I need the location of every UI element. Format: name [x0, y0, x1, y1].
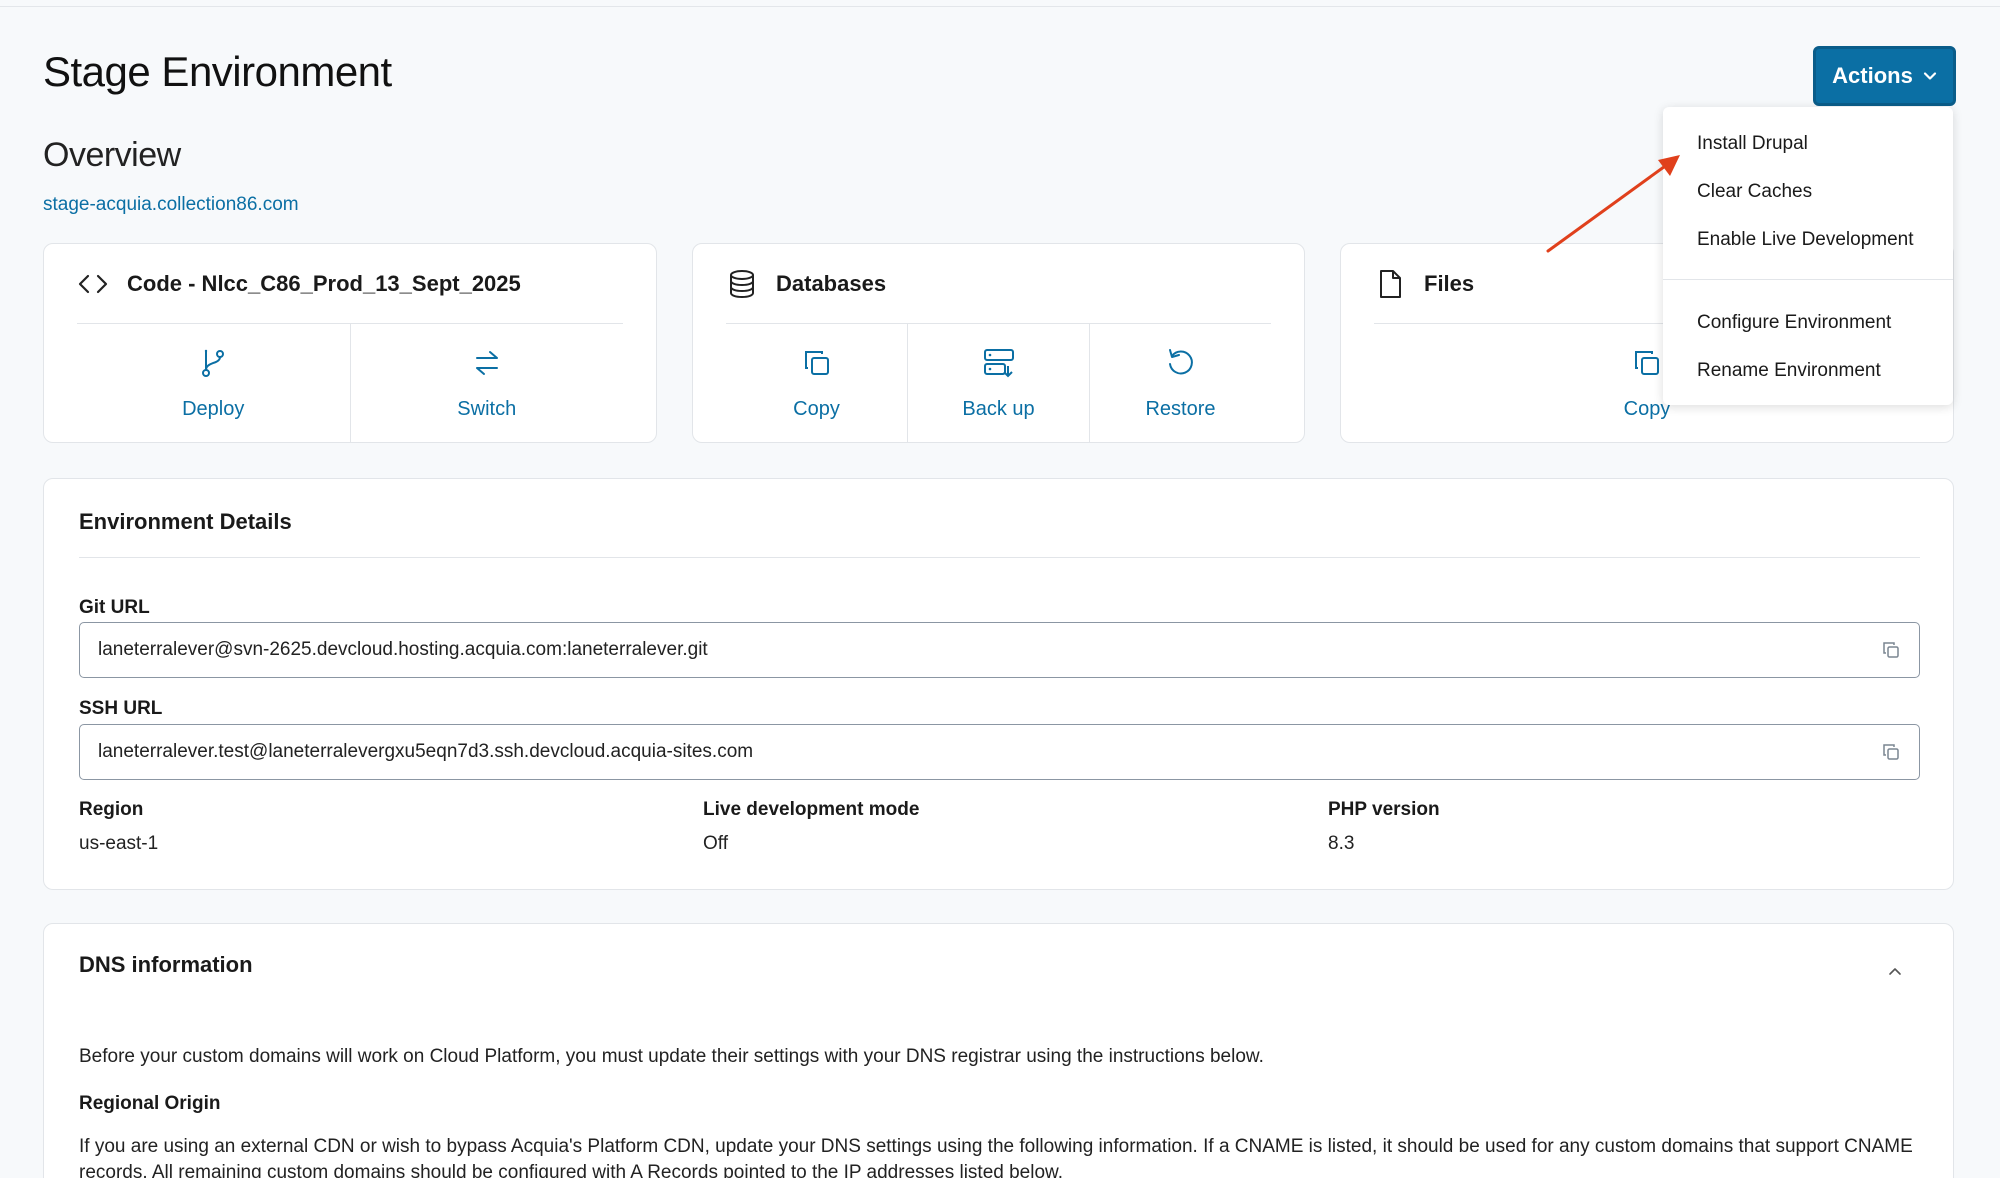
details-divider: [79, 557, 1920, 558]
swap-icon: [475, 350, 498, 375]
menu-item-rename-environment[interactable]: Rename Environment: [1697, 360, 1881, 382]
live-dev-label: Live development mode: [703, 799, 920, 820]
code-card: Code - Nlcc_C86_Prod_13_Sept_2025 Deploy…: [43, 243, 657, 443]
restore-icon: [1168, 348, 1193, 374]
regional-origin-text: If you are using an external CDN or wish…: [79, 1136, 1913, 1178]
region-value: us-east-1: [79, 833, 159, 854]
databases-card-header: Databases: [726, 244, 1271, 324]
deploy-label: Deploy: [182, 397, 245, 420]
menu-divider: [1663, 279, 1953, 280]
copy-icon: [1635, 350, 1659, 375]
actions-button-label: Actions: [1832, 63, 1913, 88]
overview-heading: Overview: [43, 136, 181, 174]
code-brackets-icon: [78, 274, 108, 293]
database-backup-button[interactable]: Back up: [908, 324, 1090, 442]
git-url-value: laneterralever@svn-2625.devcloud.hosting…: [98, 639, 708, 660]
chevron-down-icon: [1923, 72, 1936, 80]
ssh-url-value: laneterralever.test@laneterralevergxu5eq…: [98, 741, 754, 762]
ssh-url-label: SSH URL: [79, 698, 163, 719]
database-restore-label: Restore: [1145, 397, 1216, 420]
code-card-header: Code - Nlcc_C86_Prod_13_Sept_2025: [77, 244, 623, 324]
menu-item-install-drupal[interactable]: Install Drupal: [1697, 133, 1808, 155]
dns-intro-text: Before your custom domains will work on …: [79, 1046, 1264, 1067]
live-dev-value: Off: [703, 833, 728, 854]
database-backup-label: Back up: [962, 397, 1035, 420]
dns-information-panel: DNS information Before your custom domai…: [43, 923, 1954, 1178]
actions-button[interactable]: Actions: [1813, 46, 1956, 106]
copy-icon[interactable]: [1881, 640, 1901, 660]
menu-item-clear-caches[interactable]: Clear Caches: [1697, 181, 1812, 203]
php-version-label: PHP version: [1328, 799, 1440, 820]
php-version-value: 8.3: [1328, 833, 1355, 854]
code-card-title: Code - Nlcc_C86_Prod_13_Sept_2025: [127, 270, 521, 296]
menu-item-configure-environment[interactable]: Configure Environment: [1697, 312, 1891, 334]
database-restore-button[interactable]: Restore: [1090, 324, 1271, 442]
database-icon: [730, 269, 754, 298]
git-url-field[interactable]: laneterralever@svn-2625.devcloud.hosting…: [79, 622, 1920, 678]
environment-details-title: Environment Details: [79, 509, 292, 534]
deploy-button[interactable]: Deploy: [77, 324, 351, 442]
menu-item-enable-live-development[interactable]: Enable Live Development: [1697, 229, 1914, 251]
region-label: Region: [79, 799, 144, 820]
databases-card-title: Databases: [776, 270, 887, 296]
regional-origin-heading: Regional Origin: [79, 1093, 221, 1114]
switch-label: Switch: [457, 397, 517, 420]
file-icon: [1380, 269, 1401, 298]
page-title: Stage Environment: [43, 48, 392, 95]
chevron-up-icon[interactable]: [1887, 964, 1903, 980]
live-dev-info: Live development mode Off: [703, 799, 919, 855]
dns-information-title: DNS information: [79, 952, 253, 977]
copy-icon: [804, 350, 829, 375]
php-version-info: PHP version 8.3: [1328, 799, 1440, 855]
copy-icon[interactable]: [1881, 742, 1901, 762]
environment-url-link[interactable]: stage-acquia.collection86.com: [43, 194, 299, 216]
git-url-label: Git URL: [79, 597, 150, 618]
switch-button[interactable]: Switch: [351, 324, 624, 442]
environment-details-panel: Environment Details Git URL laneterralev…: [43, 478, 1954, 890]
actions-dropdown-menu: Install Drupal Clear Caches Enable Live …: [1663, 107, 1953, 405]
region-info: Region us-east-1: [79, 799, 158, 855]
server-backup-icon: [983, 348, 1014, 377]
database-copy-label: Copy: [793, 397, 840, 420]
top-divider: [0, 6, 2000, 7]
databases-card: Databases Copy Back up Restore: [692, 243, 1305, 443]
branch-icon: [202, 349, 225, 377]
ssh-url-field[interactable]: laneterralever.test@laneterralevergxu5eq…: [79, 724, 1920, 780]
files-card-title: Files: [1424, 270, 1475, 296]
database-copy-button[interactable]: Copy: [726, 324, 908, 442]
